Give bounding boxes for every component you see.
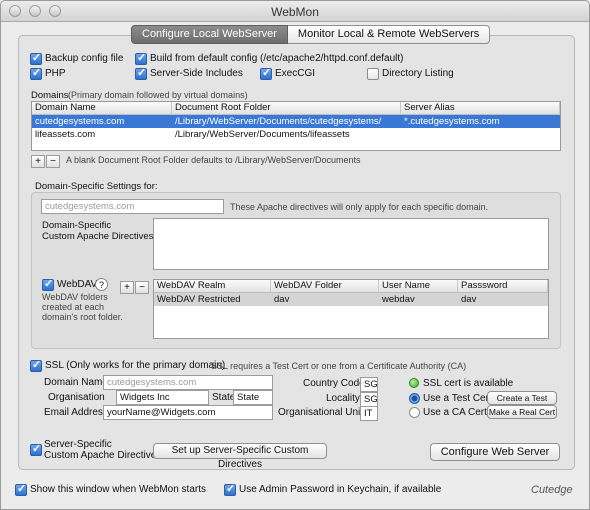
tab-monitor-servers[interactable]: Monitor Local & Remote WebServers (287, 25, 491, 44)
ssi-checkbox[interactable] (135, 66, 147, 80)
webdav-label: WebDAV (57, 279, 98, 290)
table-row[interactable]: WebDAV Restricted dav webdav dav (154, 293, 548, 306)
domain-name-cell: lifeassets.com (35, 129, 96, 140)
server-specific-label-1: Server-Specific (44, 439, 112, 450)
unit-label: Organisational Unit (278, 407, 364, 418)
alias-cell: *.cutedgesystems.com (404, 116, 500, 127)
directives-label-2: Custom Apache Directives (42, 231, 154, 242)
webdav-note-3: domain's root folder. (42, 312, 123, 322)
domain-directives-textarea[interactable] (153, 218, 549, 270)
webdav-table[interactable]: WebDAV Realm WebDAV Folder User Name Pas… (153, 279, 549, 339)
col-webdav-realm[interactable]: WebDAV Realm (154, 280, 271, 293)
execcgi-label: ExecCGI (275, 68, 316, 79)
show-window-checkbox[interactable] (15, 482, 27, 496)
realm-cell: WebDAV Restricted (157, 294, 241, 305)
webdav-note-1: WebDAV folders (42, 292, 108, 302)
php-label: PHP (45, 68, 66, 79)
ssl-status-icon (409, 378, 419, 388)
webdav-checkbox[interactable] (42, 277, 54, 291)
cutedge-logo: Cutedge (531, 484, 573, 496)
create-test-cert-button[interactable]: Create a Test Cert (487, 391, 557, 415)
domains-label: Domains (31, 90, 69, 101)
col-document-root[interactable]: Document Root Folder (172, 102, 401, 115)
domains-table[interactable]: Domain Name Document Root Folder Server … (31, 101, 561, 151)
col-password[interactable]: Passsword (458, 280, 548, 293)
ssl-label: SSL (Only works for the primary domain) (45, 360, 226, 371)
domain-specific-note: These Apache directives will only apply … (230, 202, 489, 212)
email-input[interactable]: yourName@Widgets.com (103, 405, 273, 420)
dirlisting-label: Directory Listing (382, 68, 454, 79)
domain-name-label: Domain Name (44, 377, 108, 388)
server-specific-label-2: Custom Apache Directives (44, 450, 162, 461)
remove-domain-button[interactable]: − (46, 155, 60, 168)
ssl-status-label: SSL cert is available (423, 378, 514, 389)
window-title: WebMon (271, 5, 319, 19)
state-input[interactable]: State (233, 390, 273, 405)
folder-cell: dav (274, 294, 290, 305)
setup-directives-button[interactable]: Set up Server-Specific Custom Directives (153, 443, 327, 470)
table-row[interactable]: lifeassets.com /Library/WebServer/Docume… (32, 128, 560, 141)
country-input[interactable]: SG (360, 377, 378, 392)
build-default-checkbox[interactable] (135, 51, 147, 65)
col-webdav-folder[interactable]: WebDAV Folder (271, 280, 379, 293)
webmon-window: WebMon Configure Local WebServer Monitor… (0, 0, 590, 510)
help-icon[interactable]: ? (95, 278, 108, 291)
ssl-note: SSL requires a Test Cert or one from a C… (211, 361, 467, 371)
table-row[interactable]: cutedgesystems.com /Library/WebServer/Do… (32, 115, 560, 128)
unit-input[interactable]: IT (360, 406, 378, 421)
dirlisting-checkbox[interactable] (367, 68, 379, 80)
make-real-cert-button[interactable]: Make a Real Cert (487, 405, 557, 419)
root-folder-cell: /Library/WebServer/Documents/cutedgesyst… (175, 116, 382, 127)
backup-label: Backup config file (45, 53, 124, 64)
state-label: State (212, 392, 236, 403)
col-domain-name[interactable]: Domain Name (32, 102, 172, 115)
col-user-name[interactable]: User Name (379, 280, 458, 293)
build-default-label: Build from default config (/etc/apache2/… (150, 53, 404, 64)
user-cell: webdav (382, 294, 415, 305)
domains-note: A blank Document Root Folder defaults to… (66, 155, 361, 165)
locality-input[interactable]: SG (360, 392, 378, 407)
ca-cert-radio[interactable] (409, 407, 420, 418)
tab-bar: Configure Local WebServer Monitor Local … (131, 25, 491, 45)
tab-configure-local[interactable]: Configure Local WebServer (131, 25, 288, 44)
col-server-alias[interactable]: Server Alias (401, 102, 560, 115)
domain-specific-input[interactable]: cutedgesystems.com (41, 199, 224, 214)
show-window-label: Show this window when WebMon starts (30, 484, 207, 495)
directives-label-1: Domain-Specific (42, 220, 112, 231)
server-specific-checkbox[interactable] (30, 442, 42, 456)
ssl-checkbox[interactable] (30, 358, 42, 372)
country-label: Country Code (303, 378, 365, 389)
titlebar: WebMon (1, 1, 589, 22)
password-cell: dav (461, 294, 477, 305)
use-admin-checkbox[interactable] (224, 482, 236, 496)
email-label: Email Address (44, 407, 108, 418)
ca-cert-label: Use a CA Cert (423, 407, 487, 418)
webdav-note-2: created at each (42, 302, 105, 312)
organisation-input[interactable]: Widgets Inc (116, 390, 209, 405)
use-admin-label: Use Admin Password in Keychain, if avail… (239, 484, 442, 495)
backup-checkbox[interactable] (30, 51, 42, 65)
remove-webdav-button[interactable]: − (135, 281, 149, 294)
add-domain-button[interactable]: + (31, 155, 45, 168)
configure-web-server-button[interactable]: Configure Web Server (430, 443, 560, 461)
test-cert-label: Use a Test Cert (423, 393, 492, 404)
root-folder-cell: /Library/WebServer/Documents/lifeassets (175, 129, 350, 140)
test-cert-radio[interactable] (409, 393, 420, 404)
organisation-label: Organisation (48, 392, 105, 403)
php-checkbox[interactable] (30, 66, 42, 80)
add-webdav-button[interactable]: + (120, 281, 134, 294)
domains-hint: (Primary domain followed by virtual doma… (68, 90, 248, 100)
ssl-domain-input[interactable]: cutedgesystems.com (103, 375, 273, 390)
domain-specific-label: Domain-Specific Settings for: (35, 181, 158, 192)
locality-label: Locality (326, 393, 360, 404)
domain-name-cell: cutedgesystems.com (35, 116, 125, 127)
execcgi-checkbox[interactable] (260, 66, 272, 80)
ssi-label: Server-Side Includes (150, 68, 243, 79)
